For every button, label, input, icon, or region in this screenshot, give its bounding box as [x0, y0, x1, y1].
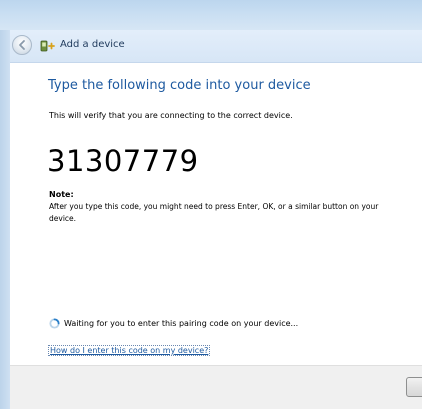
window-title: Add a device [60, 39, 125, 50]
back-button[interactable] [12, 35, 32, 55]
note-text: After you type this code, you might need… [49, 202, 379, 223]
window-frame-left [0, 30, 10, 409]
note-label: Note: [49, 190, 74, 199]
back-arrow-icon [19, 40, 25, 50]
next-button[interactable] [406, 377, 422, 397]
waiting-status-text: Waiting for you to enter this pairing co… [64, 319, 299, 328]
pairing-code: 31307779 [47, 144, 199, 178]
help-link[interactable]: How do I enter this code on my device? [48, 345, 211, 356]
add-device-icon [40, 40, 55, 52]
page-heading: Type the following code into your device [48, 78, 311, 93]
add-device-window: Add a device Type the following code int… [0, 0, 422, 409]
busy-spinner-icon [49, 318, 60, 329]
verification-description: This will verify that you are connecting… [49, 111, 293, 120]
command-area [10, 365, 422, 409]
window-frame-top [0, 0, 422, 30]
